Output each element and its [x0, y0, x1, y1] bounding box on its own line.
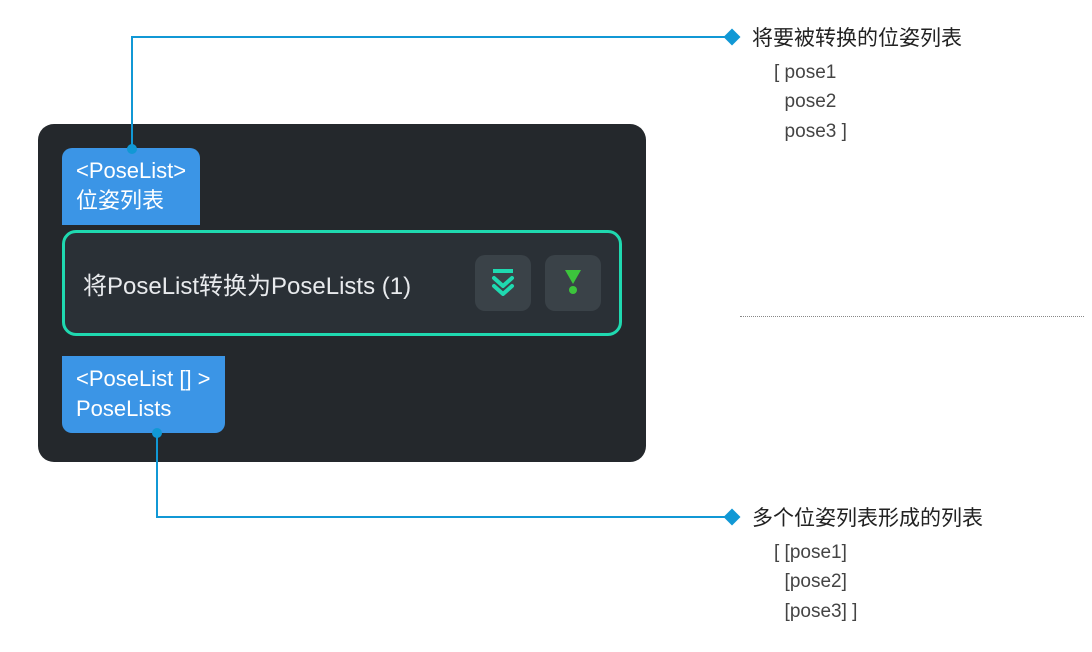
annotation-bottom: 多个位姿列表形成的列表 [ [pose1] [pose2] [pose3] ] — [752, 502, 983, 626]
operation-box[interactable]: 将PoseList转换为PoseLists (1) — [62, 230, 622, 336]
input-port-type: <PoseList> — [76, 156, 186, 186]
input-port-name: 位姿列表 — [76, 186, 186, 216]
connector-top-marker-icon — [724, 29, 741, 46]
node-panel: <PoseList> 位姿列表 将PoseList转换为PoseLists (1… — [38, 124, 646, 462]
annotation-top: 将要被转换的位姿列表 [ pose1 pose2 pose3 ] — [752, 22, 962, 146]
connector-bottom-horizontal — [156, 516, 731, 518]
connector-top-horizontal — [131, 36, 731, 38]
annotation-separator — [740, 316, 1084, 317]
input-port[interactable]: <PoseList> 位姿列表 — [62, 148, 200, 225]
connector-bottom-marker-icon — [724, 509, 741, 526]
connector-bottom-vertical — [156, 432, 158, 518]
annotation-bottom-body: [ [pose1] [pose2] [pose3] ] — [774, 538, 983, 626]
output-port[interactable]: <PoseList [] > PoseLists — [62, 356, 225, 433]
connector-top-vertical — [131, 36, 133, 148]
run-icon — [558, 266, 588, 301]
run-button[interactable] — [545, 255, 601, 311]
annotation-bottom-title: 多个位姿列表形成的列表 — [752, 502, 983, 532]
operation-title: 将PoseList转换为PoseLists (1) — [83, 266, 461, 301]
annotation-top-title: 将要被转换的位姿列表 — [752, 22, 962, 52]
expand-button[interactable] — [475, 255, 531, 311]
output-port-type: <PoseList [] > — [76, 364, 211, 394]
expand-icon — [488, 266, 518, 301]
output-port-name: PoseLists — [76, 394, 211, 424]
annotation-top-body: [ pose1 pose2 pose3 ] — [774, 58, 962, 146]
